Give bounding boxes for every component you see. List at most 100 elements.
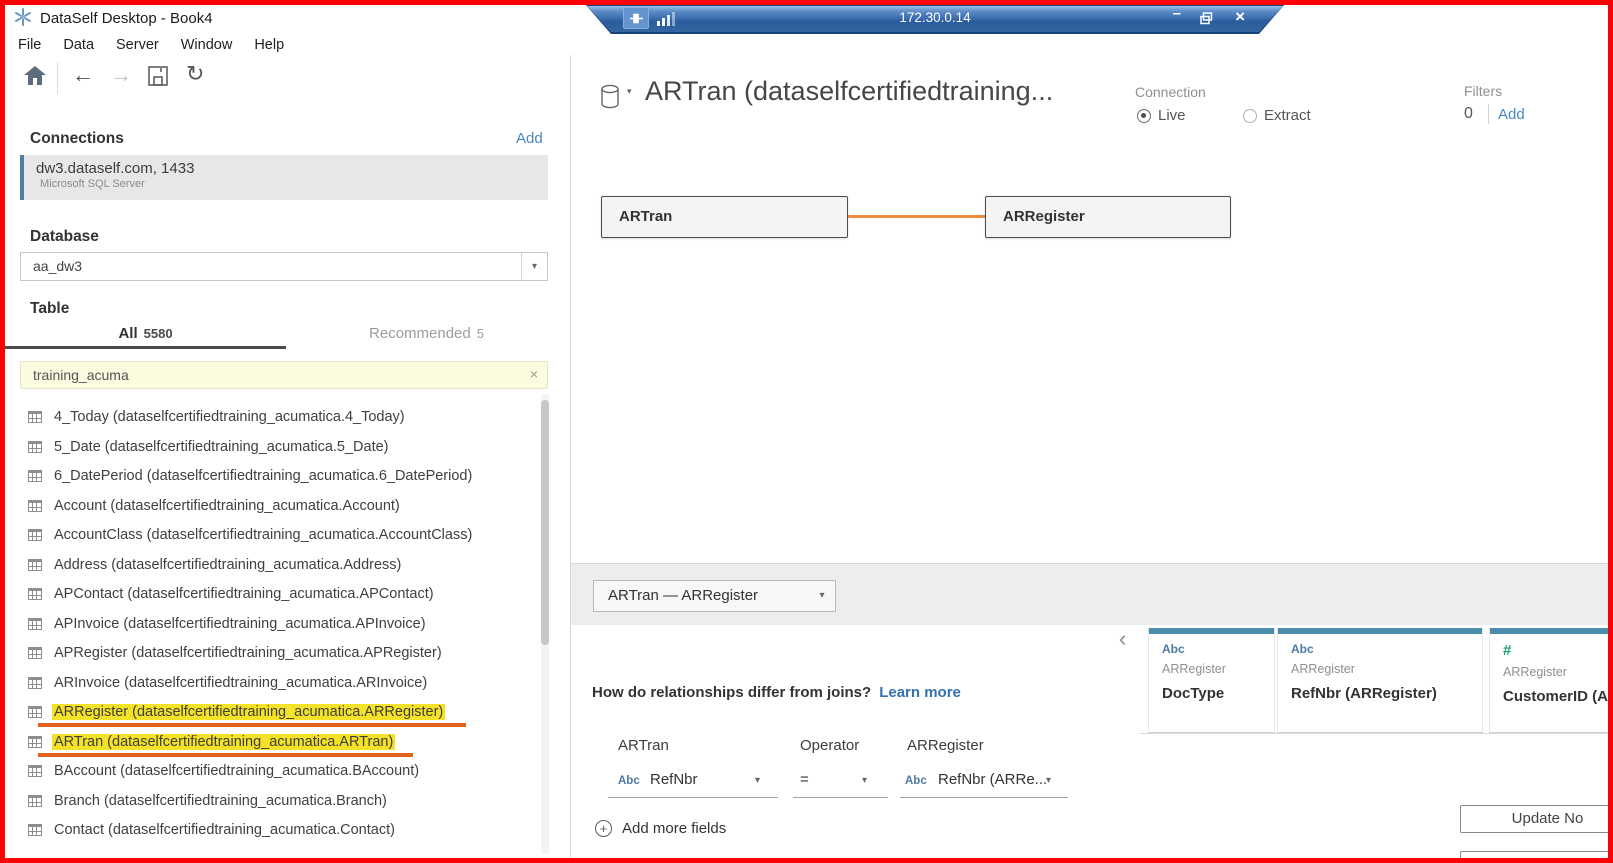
table-grid-icon bbox=[28, 588, 42, 600]
chevron-down-icon[interactable]: ▾ bbox=[862, 775, 867, 786]
table-grid-icon bbox=[28, 706, 42, 718]
table-name: APContact (dataselfcertifiedtraining_acu… bbox=[54, 586, 434, 602]
collapse-chevron-icon[interactable]: ‹ bbox=[1119, 629, 1126, 649]
table-name: Branch (dataselfcertifiedtraining_acumat… bbox=[54, 793, 387, 809]
relationship-selector[interactable]: ARTran — ARRegister ▾ bbox=[593, 580, 836, 612]
table-grid-icon bbox=[28, 618, 42, 630]
tab-all[interactable]: All5580 bbox=[5, 322, 286, 348]
database-select[interactable]: aa_dw3 ▾ bbox=[20, 252, 548, 281]
filters-add-link[interactable]: Add bbox=[1498, 106, 1525, 123]
relationship-selector-value: ARTran — ARRegister bbox=[608, 587, 758, 604]
save-button[interactable] bbox=[148, 66, 168, 91]
table-name: ARRegister (dataselfcertifiedtraining_ac… bbox=[54, 704, 443, 720]
preview-column-customerid[interactable]: # ARRegister CustomerID (AR bbox=[1489, 628, 1613, 733]
minimize-button[interactable]: – bbox=[1173, 5, 1181, 22]
table-list-item[interactable]: Address (dataselfcertifiedtraining_acuma… bbox=[20, 550, 532, 579]
restore-button[interactable] bbox=[1200, 12, 1213, 30]
pin-button[interactable] bbox=[623, 7, 649, 29]
refresh-button[interactable]: ↻ bbox=[186, 63, 204, 85]
table-list-item[interactable]: APRegister (dataselfcertifiedtraining_ac… bbox=[20, 638, 532, 667]
radio-live-label[interactable]: Live bbox=[1158, 107, 1186, 124]
filters-divider bbox=[1488, 104, 1489, 124]
close-button[interactable]: × bbox=[1235, 7, 1245, 27]
clear-search-icon[interactable]: × bbox=[530, 366, 538, 382]
add-connection-link[interactable]: Add bbox=[516, 130, 543, 147]
table-list-item[interactable]: AccountClass (dataselfcertifiedtraining_… bbox=[20, 520, 532, 549]
left-table-label: ARTran bbox=[618, 737, 669, 754]
preview-column-refnbr[interactable]: Abc ARRegister RefNbr (ARRegister) bbox=[1277, 628, 1483, 733]
chevron-down-icon[interactable]: ▾ bbox=[1046, 775, 1051, 786]
table-name: Address (dataselfcertifiedtraining_acuma… bbox=[54, 557, 401, 573]
save-icon bbox=[148, 66, 168, 86]
menu-item-window[interactable]: Window bbox=[170, 33, 244, 57]
table-list-item[interactable]: BAccount (dataselfcertifiedtraining_acum… bbox=[20, 756, 532, 785]
table-node-arregister[interactable]: ARRegister bbox=[985, 196, 1231, 238]
table-name: BAccount (dataselfcertifiedtraining_acum… bbox=[54, 763, 419, 779]
right-field-select[interactable]: RefNbr (ARRe... bbox=[938, 771, 1047, 788]
search-input[interactable] bbox=[21, 362, 501, 388]
menu-item-server[interactable]: Server bbox=[105, 33, 170, 57]
table-grid-icon bbox=[28, 647, 42, 659]
radio-extract-label[interactable]: Extract bbox=[1264, 107, 1311, 124]
dataself-desktop-window: DataSelf Desktop - Book4 172.30.0.14 – ×… bbox=[0, 0, 1613, 863]
operator-select[interactable]: = bbox=[800, 771, 809, 788]
tab-recommended[interactable]: Recommended5 bbox=[286, 322, 567, 348]
number-type-icon: # bbox=[1503, 642, 1612, 659]
back-button[interactable]: ← bbox=[72, 64, 94, 86]
home-icon bbox=[24, 66, 46, 85]
menu-item-data[interactable]: Data bbox=[52, 33, 105, 57]
table-list-item[interactable]: Contact (dataselfcertifiedtraining_acuma… bbox=[20, 815, 532, 844]
add-more-fields-button[interactable]: Add more fields bbox=[622, 820, 726, 837]
tab-all-count: 5580 bbox=[144, 326, 173, 341]
table-list-item[interactable]: APInvoice (dataselfcertifiedtraining_acu… bbox=[20, 609, 532, 638]
left-field-select[interactable]: RefNbr bbox=[650, 771, 698, 788]
question-text: How do relationships differ from joins? bbox=[592, 684, 871, 701]
right-table-label: ARRegister bbox=[907, 737, 984, 754]
plus-circle-icon[interactable]: + bbox=[595, 820, 612, 837]
menu-item-file[interactable]: File bbox=[7, 33, 52, 57]
menu-item-help[interactable]: Help bbox=[243, 33, 295, 57]
table-name: Account (dataselfcertifiedtraining_acuma… bbox=[54, 498, 400, 514]
table-name: ARInvoice (dataselfcertifiedtraining_acu… bbox=[54, 675, 427, 691]
chevron-down-icon[interactable]: ▾ bbox=[521, 253, 547, 280]
string-type-icon: Abc bbox=[1291, 642, 1482, 656]
table-list-item[interactable]: Account (dataselfcertifiedtraining_acuma… bbox=[20, 491, 532, 520]
table-list-item[interactable]: ARInvoice (dataselfcertifiedtraining_acu… bbox=[20, 668, 532, 697]
filters-count: 0 bbox=[1464, 105, 1473, 123]
radio-extract[interactable] bbox=[1243, 109, 1257, 123]
table-list-item[interactable]: 4_Today (dataselfcertifiedtraining_acuma… bbox=[20, 402, 532, 431]
table-name: 4_Today (dataselfcertifiedtraining_acuma… bbox=[54, 409, 405, 425]
table-list-item-artran[interactable]: ARTran (dataselfcertifiedtraining_acumat… bbox=[20, 727, 532, 756]
table-list-item[interactable]: 5_Date (dataselfcertifiedtraining_acumat… bbox=[20, 432, 532, 461]
forward-button[interactable]: → bbox=[110, 64, 132, 86]
field-type-abc-icon: Abc bbox=[618, 775, 640, 787]
relationship-connector[interactable] bbox=[848, 215, 985, 218]
table-grid-icon bbox=[28, 677, 42, 689]
update-auto-button[interactable]: Update Aut bbox=[1460, 851, 1613, 863]
table-list-item[interactable]: Branch (dataselfcertifiedtraining_acumat… bbox=[20, 786, 532, 815]
relationship-question: How do relationships differ from joins? L… bbox=[592, 684, 961, 701]
table-list-item[interactable]: APContact (dataselfcertifiedtraining_acu… bbox=[20, 579, 532, 608]
table-node-artran[interactable]: ARTran bbox=[601, 196, 848, 238]
datasource-caret-icon[interactable]: ▾ bbox=[627, 86, 632, 97]
list-scrollbar-thumb[interactable] bbox=[541, 400, 549, 645]
database-value: aa_dw3 bbox=[33, 258, 82, 274]
table-list-item-arregister[interactable]: ARRegister (dataselfcertifiedtraining_ac… bbox=[20, 697, 532, 726]
datasource-icon[interactable] bbox=[600, 84, 622, 115]
table-name: APRegister (dataselfcertifiedtraining_ac… bbox=[54, 645, 442, 661]
preview-column-doctype[interactable]: Abc ARRegister DocType bbox=[1148, 628, 1275, 733]
table-grid-icon bbox=[28, 470, 42, 482]
table-grid-icon bbox=[28, 529, 42, 541]
tab-recommended-label: Recommended bbox=[369, 325, 471, 342]
table-search: × bbox=[20, 361, 548, 389]
radio-live[interactable] bbox=[1137, 109, 1151, 123]
update-now-button[interactable]: Update No bbox=[1460, 805, 1613, 833]
home-button[interactable] bbox=[24, 66, 46, 90]
table-list-item[interactable]: 6_DatePeriod (dataselfcertifiedtraining_… bbox=[20, 461, 532, 490]
learn-more-link[interactable]: Learn more bbox=[879, 684, 961, 701]
column-field-name: CustomerID (AR bbox=[1503, 688, 1612, 705]
chevron-down-icon[interactable]: ▾ bbox=[755, 775, 760, 786]
restore-icon bbox=[1200, 12, 1213, 25]
column-table-label: ARRegister bbox=[1503, 665, 1612, 679]
connection-item[interactable]: dw3.dataself.com, 1433 Microsoft SQL Ser… bbox=[20, 155, 548, 200]
